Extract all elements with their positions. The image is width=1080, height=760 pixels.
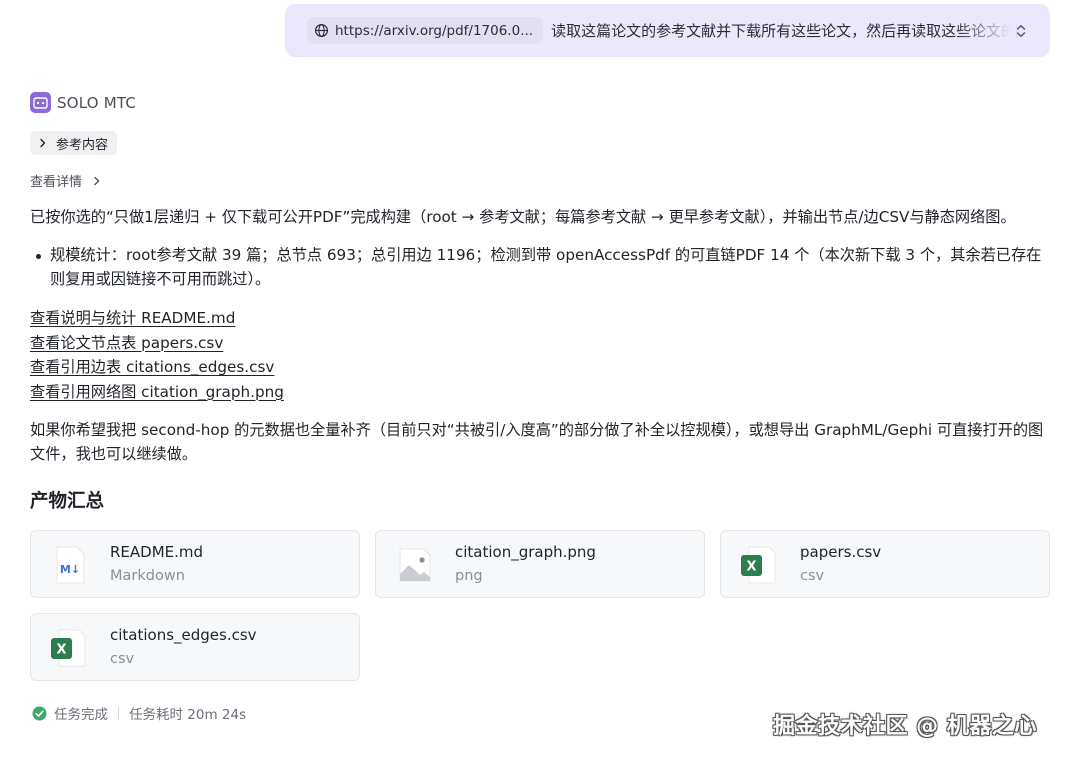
status-done: 任务完成 <box>54 707 108 723</box>
stats-bullet: 规模统计：root参考文献 39 篇；总节点 693；总引用边 1196；检测到… <box>36 243 1056 291</box>
excel-file-icon: X <box>51 629 86 667</box>
file-name: papers.csv <box>800 543 882 561</box>
artifact-card-papers-csv[interactable]: X papers.csv csv <box>720 530 1050 598</box>
prompt-bar[interactable]: https://arxiv.org/pdf/1706.0... 读取这篇论文的参… <box>285 4 1050 57</box>
chevron-right-icon <box>94 176 100 185</box>
link-papers-csv[interactable]: 查看论文节点表 papers.csv <box>30 331 284 356</box>
file-name: citation_graph.png <box>455 543 596 561</box>
svg-text:X: X <box>746 560 756 575</box>
view-details-label: 查看详情 <box>30 175 83 190</box>
artifact-card-citations-edges[interactable]: X citations_edges.csv csv <box>30 613 360 681</box>
svg-text:M↓: M↓ <box>60 563 80 576</box>
view-details-link[interactable]: 查看详情 <box>30 171 101 190</box>
status-divider <box>118 706 119 720</box>
agent-logo-icon <box>30 92 51 113</box>
url-chip[interactable]: https://arxiv.org/pdf/1706.0... <box>307 17 544 44</box>
link-citations-edges-csv[interactable]: 查看引用边表 citations_edges.csv <box>30 355 284 380</box>
file-links: 查看说明与统计 README.md 查看论文节点表 papers.csv 查看引… <box>30 306 284 404</box>
markdown-file-icon: M↓ <box>56 546 85 584</box>
image-file-icon <box>399 548 431 582</box>
svg-text:X: X <box>56 643 66 658</box>
file-type: png <box>455 568 483 584</box>
watermark: 掘金技术社区 @ 机器之心 <box>773 714 1037 739</box>
file-name: README.md <box>110 543 204 561</box>
chevron-right-icon <box>40 138 46 148</box>
file-type: csv <box>800 568 825 584</box>
references-label: 参考内容 <box>56 137 109 153</box>
globe-icon <box>314 23 329 38</box>
url-text: https://arxiv.org/pdf/1706.0... <box>335 22 534 39</box>
task-status: 任务完成 任务耗时 20m 24s <box>32 703 246 723</box>
agent-header: SOLO MTC <box>30 92 136 113</box>
file-type: Markdown <box>110 568 185 584</box>
artifacts-title: 产物汇总 <box>30 491 105 512</box>
status-elapsed: 任务耗时 20m 24s <box>129 707 247 723</box>
check-circle-icon <box>32 706 47 720</box>
link-readme[interactable]: 查看说明与统计 README.md <box>30 306 284 331</box>
artifact-card-citation-graph[interactable]: citation_graph.png png <box>375 530 705 598</box>
excel-file-icon: X <box>741 546 776 584</box>
message-followup: 如果你希望我把 second-hop 的元数据也全量补齐（目前只对“共被引/入度… <box>30 421 1044 463</box>
artifact-card-readme[interactable]: M↓ README.md Markdown <box>30 530 360 598</box>
prompt-text: 读取这篇论文的参考文献并下载所有这些论文，然后再读取这些论文的参考文献 <box>551 22 1012 40</box>
agent-name: SOLO MTC <box>57 93 137 112</box>
link-citation-graph-png[interactable]: 查看引用网络图 citation_graph.png <box>30 380 284 405</box>
references-toggle[interactable]: 参考内容 <box>30 131 118 155</box>
file-type: csv <box>110 651 135 667</box>
file-name: citations_edges.csv <box>110 626 257 644</box>
expand-collapse-icon[interactable] <box>1014 23 1028 39</box>
message-intro: 已按你选的“只做1层递归 + 仅下载可公开PDF”完成构建（root → 参考文… <box>30 208 1016 226</box>
